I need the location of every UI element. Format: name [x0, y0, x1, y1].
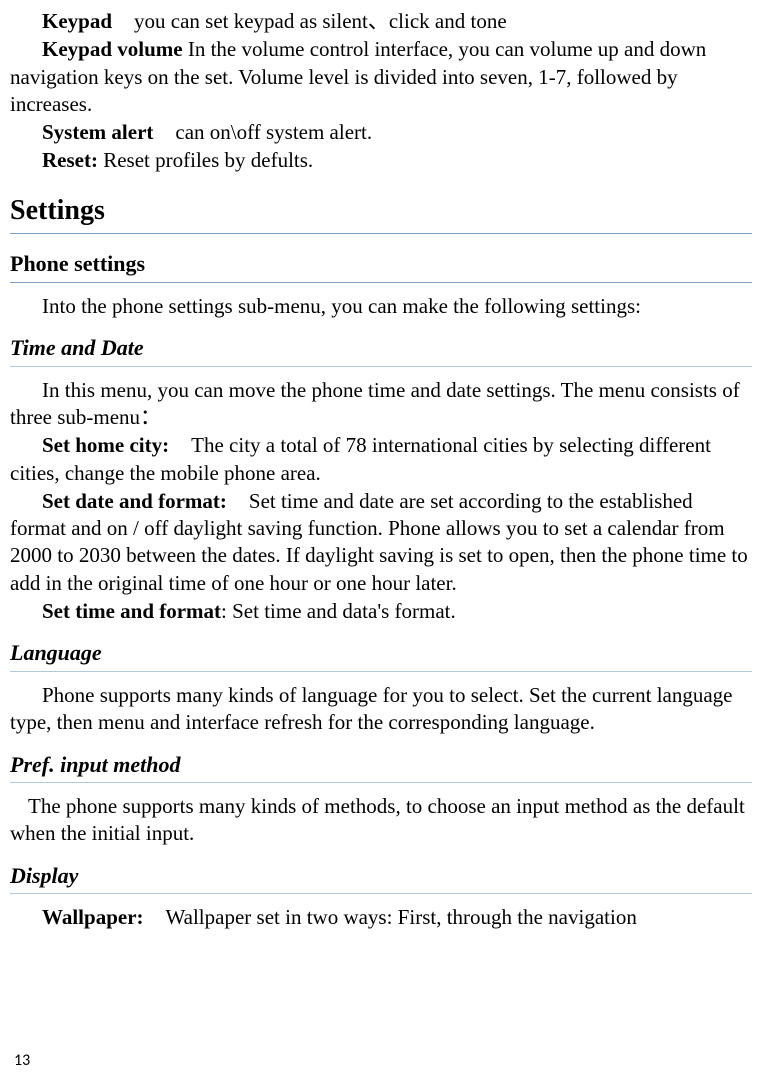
label-system-alert: System alert	[42, 120, 153, 144]
heading-language: Language	[10, 639, 752, 672]
heading-display: Display	[10, 862, 752, 895]
page-number: 13	[14, 1051, 30, 1072]
text-phone-settings-intro: Into the phone settings sub-menu, you ca…	[10, 293, 752, 320]
label-set-home-city: Set home city:	[42, 433, 169, 457]
text-keypad: you can set keypad as silent、click and t…	[134, 9, 507, 33]
block-phone-settings-intro: Into the phone settings sub-menu, you ca…	[10, 293, 752, 320]
label-set-date-format: Set date and format:	[42, 489, 227, 513]
paragraph-system-alert: System alert can on\off system alert.	[10, 119, 752, 146]
paragraph-wallpaper: Wallpaper: Wallpaper set in two ways: Fir…	[10, 904, 752, 931]
block-time-date: In this menu, you can move the phone tim…	[10, 377, 752, 626]
paragraph-keypad-volume: Keypad volume In the volume control inte…	[10, 36, 752, 118]
block-language: Phone supports many kinds of language fo…	[10, 682, 752, 737]
heading-pref-input: Pref. input method	[10, 751, 752, 784]
text-system-alert: can on\off system alert.	[175, 120, 372, 144]
document-page: Keypad you can set keypad as silent、click…	[0, 0, 762, 1086]
paragraph-set-time-format: Set time and format: Set time and data's…	[10, 598, 752, 625]
block-pref-input: The phone supports many kinds of methods…	[10, 793, 752, 848]
text-wallpaper: Wallpaper set in two ways: First, throug…	[166, 905, 637, 929]
block-display: Wallpaper: Wallpaper set in two ways: Fir…	[10, 904, 752, 931]
heading-phone-settings: Phone settings	[10, 250, 752, 283]
heading-time-date: Time and Date	[10, 334, 752, 367]
text-language: Phone supports many kinds of language fo…	[10, 682, 752, 737]
paragraph-set-date-format: Set date and format:Set time and date ar…	[10, 488, 752, 597]
heading-settings: Settings	[10, 193, 752, 234]
paragraph-set-home-city: Set home city:The city a total of 78 int…	[10, 432, 752, 487]
label-reset: Reset:	[42, 148, 98, 172]
label-wallpaper: Wallpaper:	[42, 905, 144, 929]
text-reset: Reset profiles by defults.	[98, 148, 313, 172]
label-set-time-format: Set time and format	[42, 599, 221, 623]
paragraph-keypad: Keypad you can set keypad as silent、click…	[10, 8, 752, 35]
text-set-time-format: : Set time and data's format.	[221, 599, 456, 623]
text-time-date-intro: In this menu, you can move the phone tim…	[10, 377, 752, 432]
label-keypad-volume: Keypad volume	[42, 37, 183, 61]
label-keypad: Keypad	[42, 9, 112, 33]
paragraph-reset: Reset: Reset profiles by defults.	[10, 147, 752, 174]
text-pref-input: The phone supports many kinds of methods…	[10, 793, 752, 848]
